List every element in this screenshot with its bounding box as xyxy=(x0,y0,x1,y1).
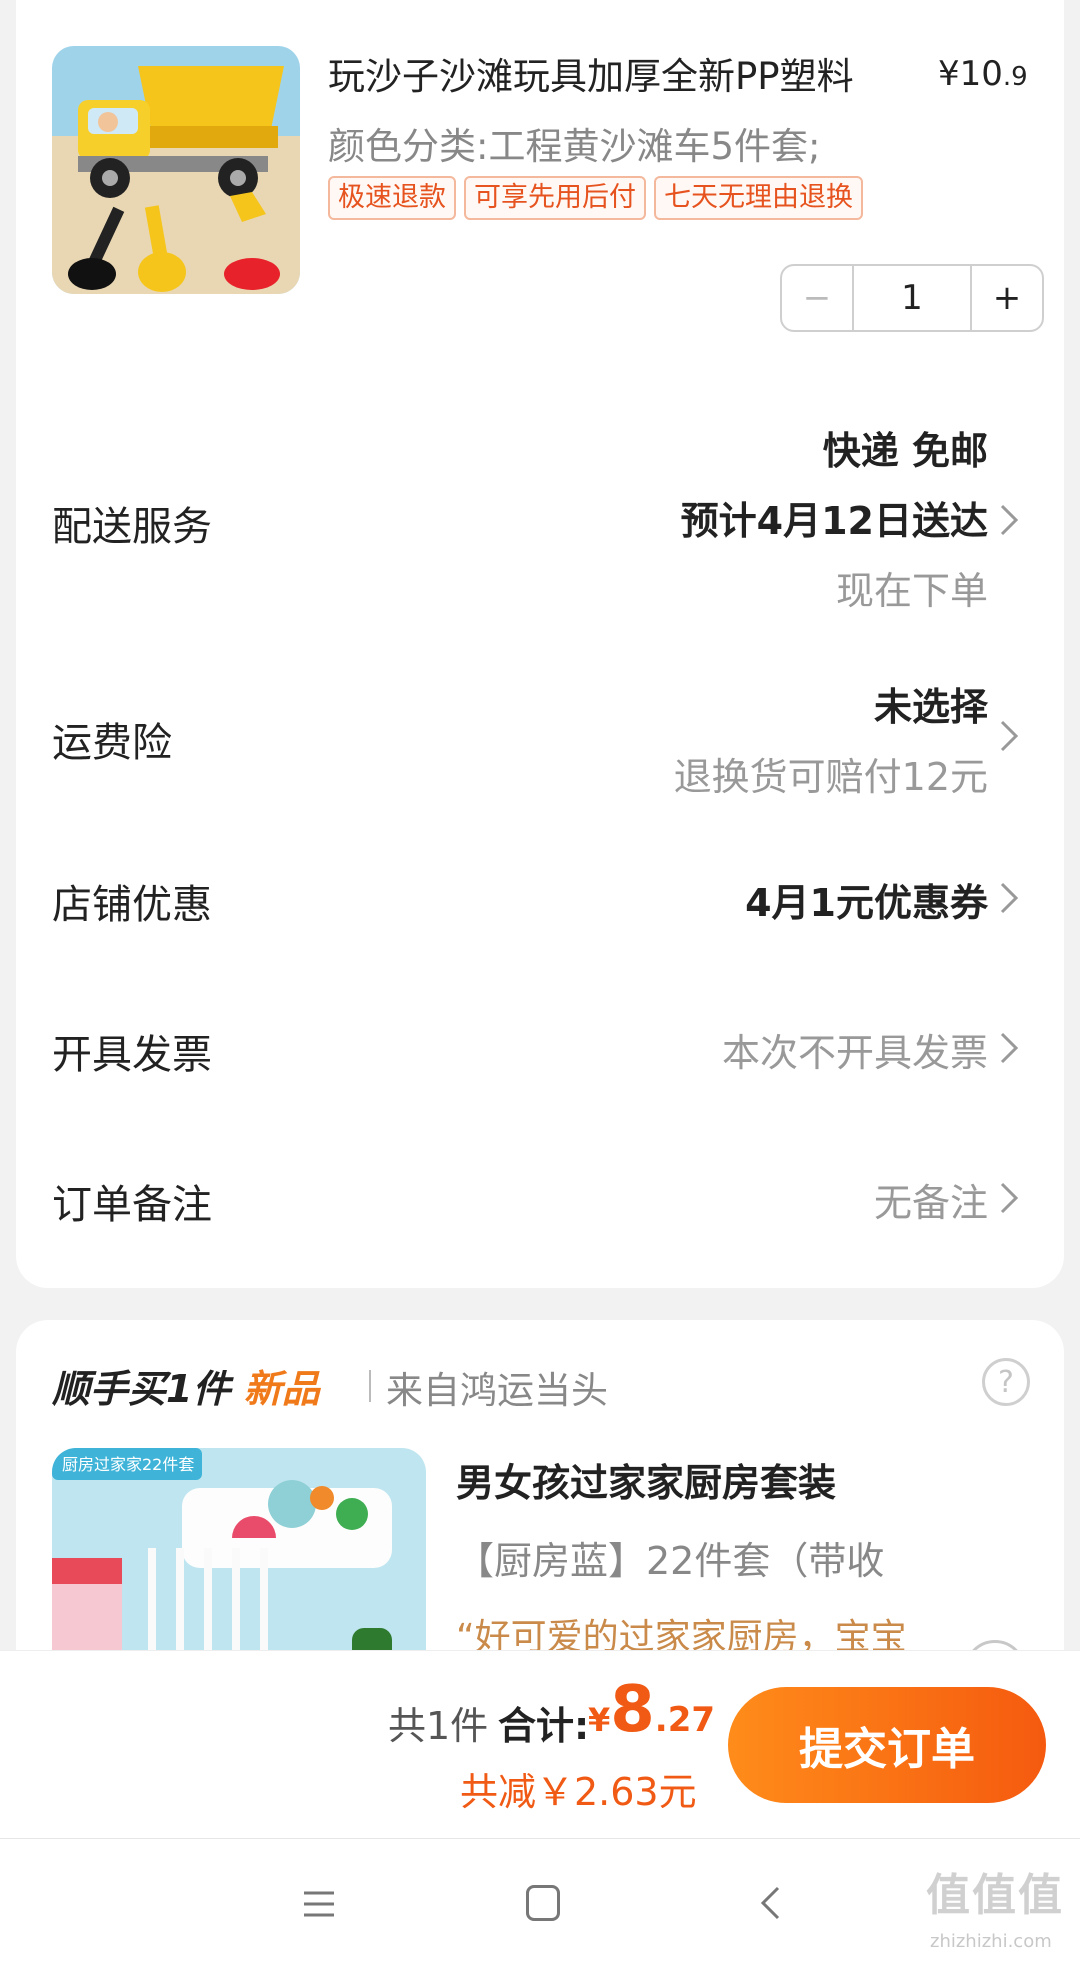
discount-value: 4月1元优惠券 xyxy=(745,881,988,925)
product-image[interactable] xyxy=(52,46,300,294)
order-card: 玩沙子沙滩玩具加厚全新PP塑料 ¥10.9 颜色分类:工程黄沙滩车5件套; 极速… xyxy=(16,0,1064,1288)
quantity-stepper: − 1 + xyxy=(780,264,1044,332)
recommend-variant: 【厨房蓝】22件套（带收 xyxy=(456,1539,885,1583)
help-icon[interactable]: ? xyxy=(982,1358,1030,1406)
quantity-value[interactable]: 1 xyxy=(854,266,970,330)
tag-fast-refund: 极速退款 xyxy=(328,176,456,220)
menu-icon[interactable] xyxy=(302,1889,336,1919)
delivery-method: 快递 免邮 xyxy=(822,429,988,473)
product-variant[interactable]: 颜色分类:工程黄沙滩车5件套; xyxy=(328,116,820,170)
recommend-title[interactable]: 男女孩过家家厨房套装 xyxy=(456,1452,836,1507)
increase-button[interactable]: + xyxy=(970,266,1042,330)
tag-pay-later: 可享先用后付 xyxy=(464,176,646,220)
discount-label: 店铺优惠 xyxy=(52,882,212,928)
chevron-right-icon xyxy=(1000,1182,1019,1214)
product-price: ¥10.9 xyxy=(938,54,1028,94)
back-icon[interactable] xyxy=(758,1885,782,1921)
banner-text: 厨房过家家22件套 xyxy=(62,1455,194,1474)
invoice-label: 开具发票 xyxy=(52,1032,212,1078)
recommend-header: 顺手买1件 新品 xyxy=(52,1367,320,1411)
discount-total: 共减￥2.63元 xyxy=(460,1770,697,1814)
chevron-right-icon xyxy=(1000,504,1019,536)
decrease-button[interactable]: − xyxy=(782,266,854,330)
watermark-logo: 值值值 xyxy=(926,1870,1064,1921)
total-price: ¥8.27 xyxy=(588,1673,716,1747)
submit-order-button[interactable]: 提交订单 xyxy=(728,1687,1046,1803)
remark-label: 订单备注 xyxy=(52,1182,212,1228)
total-label: 合计: xyxy=(498,1704,590,1748)
remark-value: 无备注 xyxy=(873,1181,988,1225)
checkout-bar: 共1件 合计: ¥8.27 共减￥2.63元 提交订单 xyxy=(0,1650,1080,1838)
chevron-right-icon xyxy=(1000,1032,1019,1064)
chevron-right-icon xyxy=(1000,720,1019,752)
system-nav-bar: 值值值 zhizhizhi.com xyxy=(0,1838,1080,1967)
product-title[interactable]: 玩沙子沙滩玩具加厚全新PP塑料 xyxy=(328,46,854,100)
tag-seven-day-return: 七天无理由退换 xyxy=(654,176,863,220)
watermark-url: zhizhizhi.com xyxy=(930,1931,1052,1952)
service-tags: 极速退款 可享先用后付 七天无理由退换 xyxy=(328,176,863,220)
delivery-eta: 预计4月12日送达 xyxy=(680,499,988,543)
item-count: 共1件 xyxy=(388,1704,489,1748)
delivery-label: 配送服务 xyxy=(52,504,212,550)
insurance-status: 未选择 xyxy=(873,685,988,729)
chevron-right-icon xyxy=(1000,882,1019,914)
divider xyxy=(369,1370,371,1402)
delivery-note: 现在下单 xyxy=(835,569,988,613)
insurance-desc: 退换货可赔付12元 xyxy=(673,755,988,799)
insurance-label: 运费险 xyxy=(52,720,172,766)
home-icon[interactable] xyxy=(526,1885,560,1921)
recommend-store: 来自鸿运当头 xyxy=(386,1369,608,1412)
invoice-value: 本次不开具发票 xyxy=(721,1031,988,1075)
